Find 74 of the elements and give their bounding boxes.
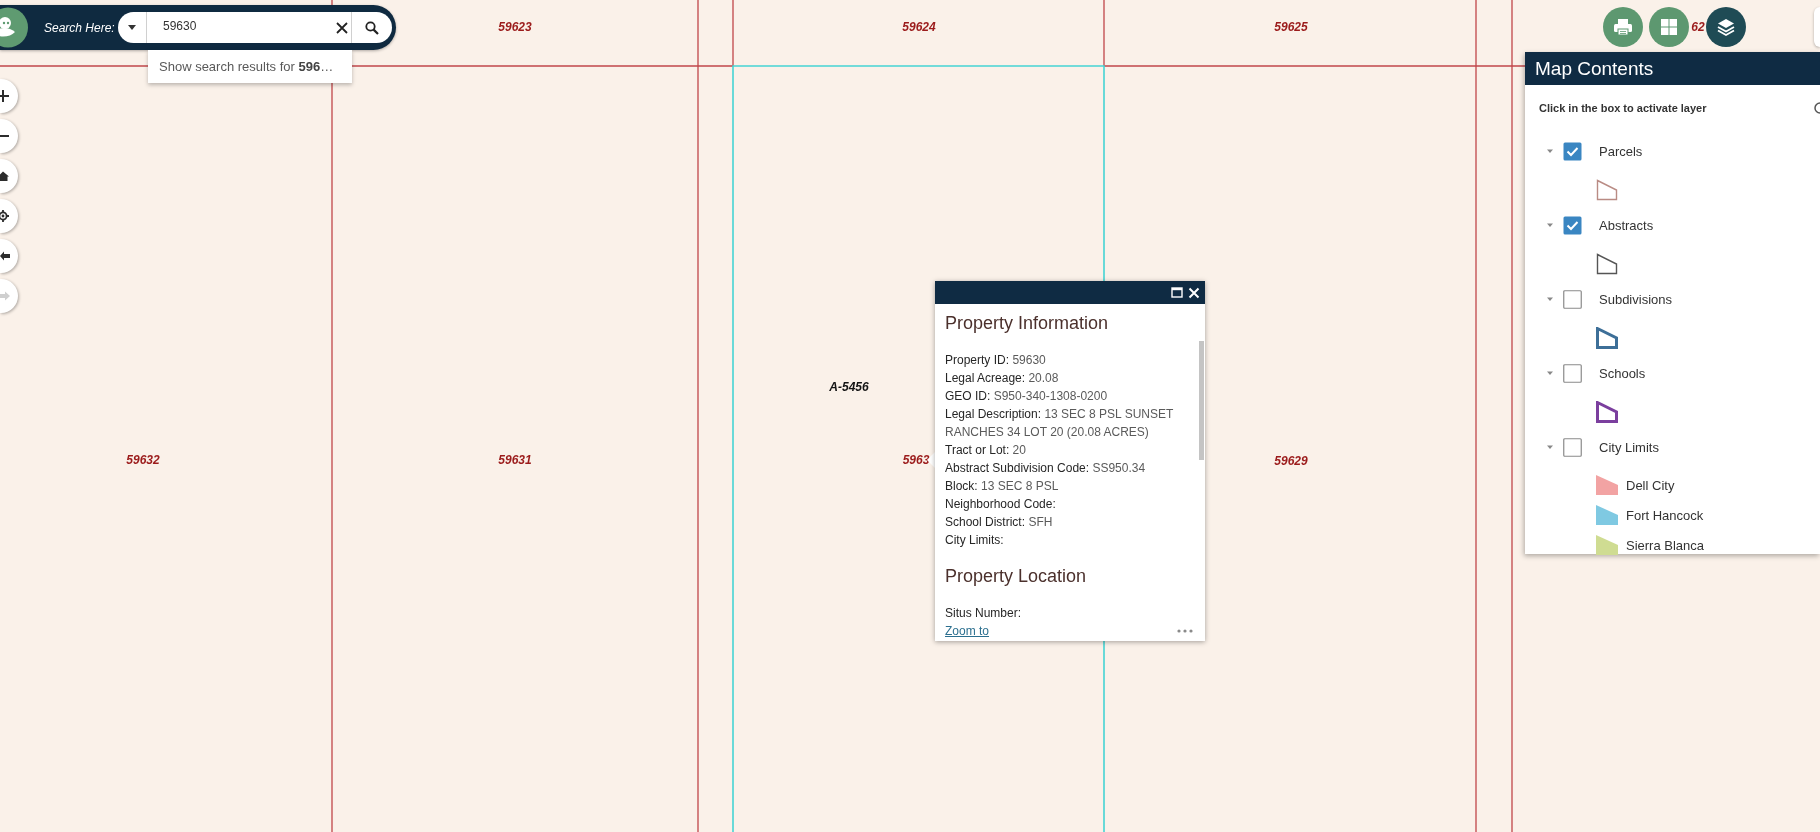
maximize-icon[interactable]: [1171, 287, 1183, 298]
parcel-label: 59623: [498, 20, 532, 34]
caret-icon: [128, 25, 136, 30]
print-button[interactable]: [1603, 7, 1643, 47]
caret-icon[interactable]: [1546, 147, 1554, 155]
property-field: Neighborhood Code:: [945, 495, 1191, 513]
parcel-label: 59631: [498, 453, 532, 467]
panel-title: Map Contents: [1525, 52, 1820, 85]
home-button[interactable]: [0, 159, 18, 193]
home-icon: [0, 169, 10, 183]
layer-hint: Click in the box to activate layer: [1539, 101, 1707, 115]
close-icon: [336, 21, 348, 34]
search-button[interactable]: [352, 12, 392, 43]
layers-icon: [1716, 17, 1736, 37]
parcel-label: 62: [1691, 20, 1705, 34]
property-field: Legal Description: 13 SEC 8 PSL SUNSET RANCHES 34 LOT 20 (20.08 ACRES): [945, 405, 1191, 441]
dropdown-button[interactable]: [118, 12, 147, 43]
layers-button[interactable]: [1706, 7, 1746, 47]
property-field: Legal Acreage: 20.08: [945, 369, 1191, 387]
logo-icon: [0, 7, 28, 48]
search-label: Search Here:: [44, 20, 116, 35]
zoom-in-button[interactable]: [0, 79, 18, 113]
legend-label: Dell City: [1626, 477, 1675, 493]
search-icon: [365, 20, 379, 35]
layer-name: Subdivisions: [1599, 291, 1672, 307]
left-arrow-icon: [0, 249, 10, 263]
property-field: Block: 13 SEC 8 PSL: [945, 477, 1191, 495]
property-field: City Limits:: [945, 531, 1191, 549]
caret-icon[interactable]: [1546, 295, 1554, 303]
property-field: Tract or Lot: 20: [945, 441, 1191, 459]
search-input[interactable]: 59630: [147, 12, 333, 43]
legend-label: Sierra Blanca: [1626, 537, 1705, 553]
layer-checkbox[interactable]: [1563, 363, 1582, 383]
section-title: Property Location: [945, 565, 1088, 587]
property-field: Abstract Subdivision Code: SS950.34: [945, 459, 1191, 477]
parcel-label: 59632: [126, 453, 160, 467]
scrollbar-thumb[interactable]: [1199, 341, 1204, 460]
caret-icon[interactable]: [1546, 221, 1554, 229]
layer-checkbox[interactable]: [1563, 215, 1582, 235]
zoom-out-button[interactable]: [0, 119, 18, 153]
grid-button[interactable]: [1649, 7, 1689, 47]
caret-icon[interactable]: [1546, 369, 1554, 377]
search-suggestion[interactable]: Show search results for 596…: [148, 50, 352, 83]
layer-checkbox[interactable]: [1563, 289, 1582, 309]
property-field: GEO ID: S950-340-1308-0200: [945, 387, 1191, 405]
grid-icon: [1659, 17, 1679, 37]
caret-icon[interactable]: [1546, 443, 1554, 451]
clear-button[interactable]: [333, 12, 352, 43]
right-arrow-icon: [0, 289, 10, 303]
layer-name: Parcels: [1599, 143, 1643, 159]
legend-label: Fort Hancock: [1626, 507, 1704, 523]
section-title: Property Information: [945, 312, 1110, 334]
parcel-label: 59629: [1274, 454, 1308, 468]
property-field: Property ID: 59630: [945, 351, 1191, 369]
layer-checkbox[interactable]: [1563, 437, 1582, 457]
zoom-to-link[interactable]: Zoom to: [945, 622, 989, 640]
parcel-label: 59625: [1274, 20, 1308, 34]
layer-checkbox[interactable]: [1563, 141, 1582, 161]
parcel-label: 5963: [902, 453, 930, 467]
layer-name: Abstracts: [1599, 217, 1654, 233]
parcel-label: 59624: [902, 20, 936, 34]
property-field: Situs Number:: [945, 604, 1191, 622]
more-icon[interactable]: [1177, 629, 1193, 633]
crosshair-icon: [0, 209, 10, 223]
ring-icon[interactable]: [1814, 102, 1820, 114]
locate-button[interactable]: [0, 199, 18, 233]
back-button[interactable]: [0, 239, 18, 273]
layer-name: Schools: [1599, 365, 1646, 381]
layer-name: City Limits: [1599, 439, 1659, 455]
plus-icon: [0, 89, 10, 103]
close-icon[interactable]: [1188, 286, 1200, 299]
abstract-label: A-5456: [829, 380, 869, 394]
property-field: School District: SFH: [945, 513, 1191, 531]
printer-icon: [1613, 17, 1633, 37]
